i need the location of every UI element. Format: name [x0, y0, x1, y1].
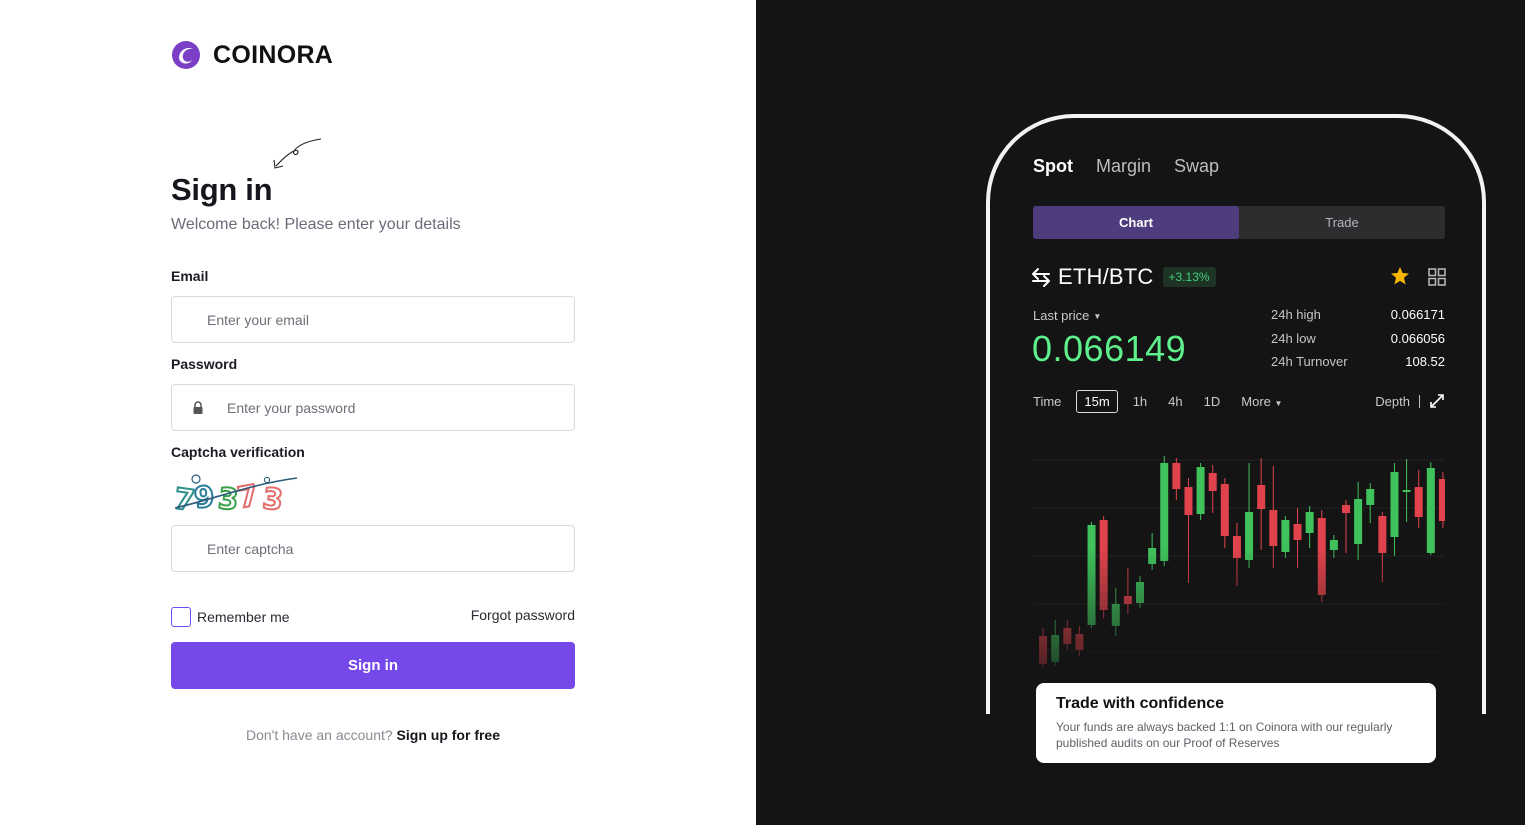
- candle-body: [1257, 485, 1266, 509]
- interval-1d: 1D: [1203, 393, 1221, 409]
- page-subtitle: Welcome back! Please enter your details: [171, 216, 461, 233]
- password-label: Password: [171, 356, 238, 372]
- email-field-wrapper: [171, 296, 575, 343]
- candle-body: [1366, 489, 1375, 505]
- candle-body: [1208, 473, 1217, 491]
- brand-name: COINORA: [213, 40, 334, 69]
- captcha-char: 3: [261, 481, 287, 514]
- grid-icon: [1428, 268, 1446, 286]
- stats-table: 24h high 0.066171 24h low 0.066056 24h T…: [1271, 307, 1445, 378]
- confidence-title: Trade with confidence: [1056, 695, 1225, 712]
- brand[interactable]: COINORA: [171, 40, 333, 70]
- stat-row: 24h Turnover 108.52: [1271, 354, 1445, 378]
- captcha-label: Captcha verification: [171, 444, 305, 460]
- last-price-label: Last price ▼: [1033, 308, 1101, 323]
- pair-header: ETH/BTC +3.13%: [1030, 264, 1216, 290]
- candle-body: [1160, 463, 1169, 561]
- caret-down-icon: ▼: [1093, 312, 1102, 321]
- divider: [1419, 394, 1420, 408]
- remember-me[interactable]: Remember me: [171, 607, 290, 627]
- interval-15m: 15m: [1076, 389, 1118, 413]
- segment-trade: Trade: [1325, 215, 1359, 230]
- depth-label: Depth: [1375, 393, 1410, 409]
- signup-prompt: Don't have an account? Sign up for free: [171, 727, 575, 743]
- last-price-label-text: Last price: [1033, 308, 1090, 323]
- candle-body: [1220, 484, 1229, 536]
- segment-chart: Chart: [1033, 206, 1239, 239]
- no-account-text: Don't have an account?: [245, 727, 393, 743]
- page-title: Sign in: [171, 172, 273, 207]
- remember-checkbox[interactable]: [171, 607, 191, 627]
- chart-toolbar: Time 15m 1h 4h 1D More ▼ Depth: [1033, 388, 1445, 414]
- lock-icon: [193, 401, 203, 414]
- candle-body: [1438, 479, 1445, 521]
- candle-body: [1196, 467, 1205, 514]
- stat-row: 24h high 0.066171: [1271, 307, 1445, 331]
- candle-body: [1342, 505, 1350, 513]
- candle-body: [1172, 463, 1181, 489]
- more-dropdown: More ▼: [1241, 394, 1282, 409]
- candle-body: [1390, 472, 1399, 537]
- coinora-logo-icon: [172, 41, 200, 69]
- candle-body: [1305, 512, 1314, 533]
- remember-label: Remember me: [197, 609, 290, 625]
- captcha-input[interactable]: [172, 526, 574, 571]
- confidence-card: Trade with confidence Your funds are alw…: [1036, 683, 1436, 763]
- password-field-wrapper: [171, 384, 575, 431]
- stat-row: 24h low 0.066056: [1271, 331, 1445, 355]
- caret-down-icon: ▼: [1274, 398, 1283, 408]
- time-label: Time: [1033, 393, 1062, 409]
- pair-name: ETH/BTC: [1058, 264, 1154, 289]
- stat-label: 24h high: [1271, 307, 1321, 322]
- stat-label: 24h Turnover: [1271, 354, 1348, 369]
- tab-spot: Spot: [1033, 156, 1073, 176]
- market-tabs: Spot Margin Swap: [1033, 156, 1219, 177]
- interval-1h: 1h: [1132, 393, 1148, 409]
- promo-panel: Spot Margin Swap Chart Trade ETH/BTC +3.…: [756, 0, 1525, 825]
- signin-button[interactable]: Sign in: [171, 642, 575, 689]
- captcha-field-wrapper: [171, 525, 575, 572]
- toolbar-right: Depth: [1375, 393, 1445, 409]
- candle-body: [1293, 524, 1302, 540]
- confidence-text: Your funds are always backed 1:1 on Coin…: [1056, 720, 1393, 750]
- stat-value: 0.066056: [1390, 330, 1445, 346]
- captcha-char: 9: [192, 479, 218, 514]
- tab-swap: Swap: [1174, 156, 1220, 176]
- password-input[interactable]: [172, 385, 574, 430]
- candle-body: [1426, 468, 1435, 553]
- view-toggle: Chart Trade: [1033, 206, 1445, 239]
- phone-mockup: Spot Margin Swap Chart Trade ETH/BTC +3.…: [986, 114, 1486, 714]
- arrow-doodle-icon: [273, 138, 322, 169]
- stat-value: 0.066171: [1390, 307, 1445, 322]
- forgot-password-link[interactable]: Forgot password: [471, 607, 575, 623]
- last-price: 0.066149: [1032, 328, 1187, 369]
- candle-body: [1269, 510, 1278, 546]
- star-icon: [1391, 267, 1409, 285]
- candle-body: [1402, 490, 1411, 492]
- change-badge: +3.13%: [1162, 267, 1216, 287]
- captcha-image: 79373: [171, 474, 298, 514]
- candle-body: [1354, 499, 1363, 544]
- stat-value: 108.52: [1405, 354, 1445, 369]
- expand-icon: [1430, 394, 1444, 408]
- email-label: Email: [171, 268, 209, 284]
- candle-body: [1184, 487, 1193, 515]
- more-label: More: [1241, 393, 1271, 409]
- swap-arrows-icon: [1032, 268, 1050, 287]
- stat-label: 24h low: [1271, 330, 1316, 346]
- tab-margin: Margin: [1096, 156, 1152, 176]
- signin-panel: COINORA Sign in Welcome back! Please ent…: [0, 0, 756, 825]
- signup-link[interactable]: Sign up for free: [397, 727, 500, 743]
- email-input[interactable]: [172, 297, 574, 342]
- interval-4h: 4h: [1168, 393, 1183, 409]
- candle-body: [1414, 487, 1423, 517]
